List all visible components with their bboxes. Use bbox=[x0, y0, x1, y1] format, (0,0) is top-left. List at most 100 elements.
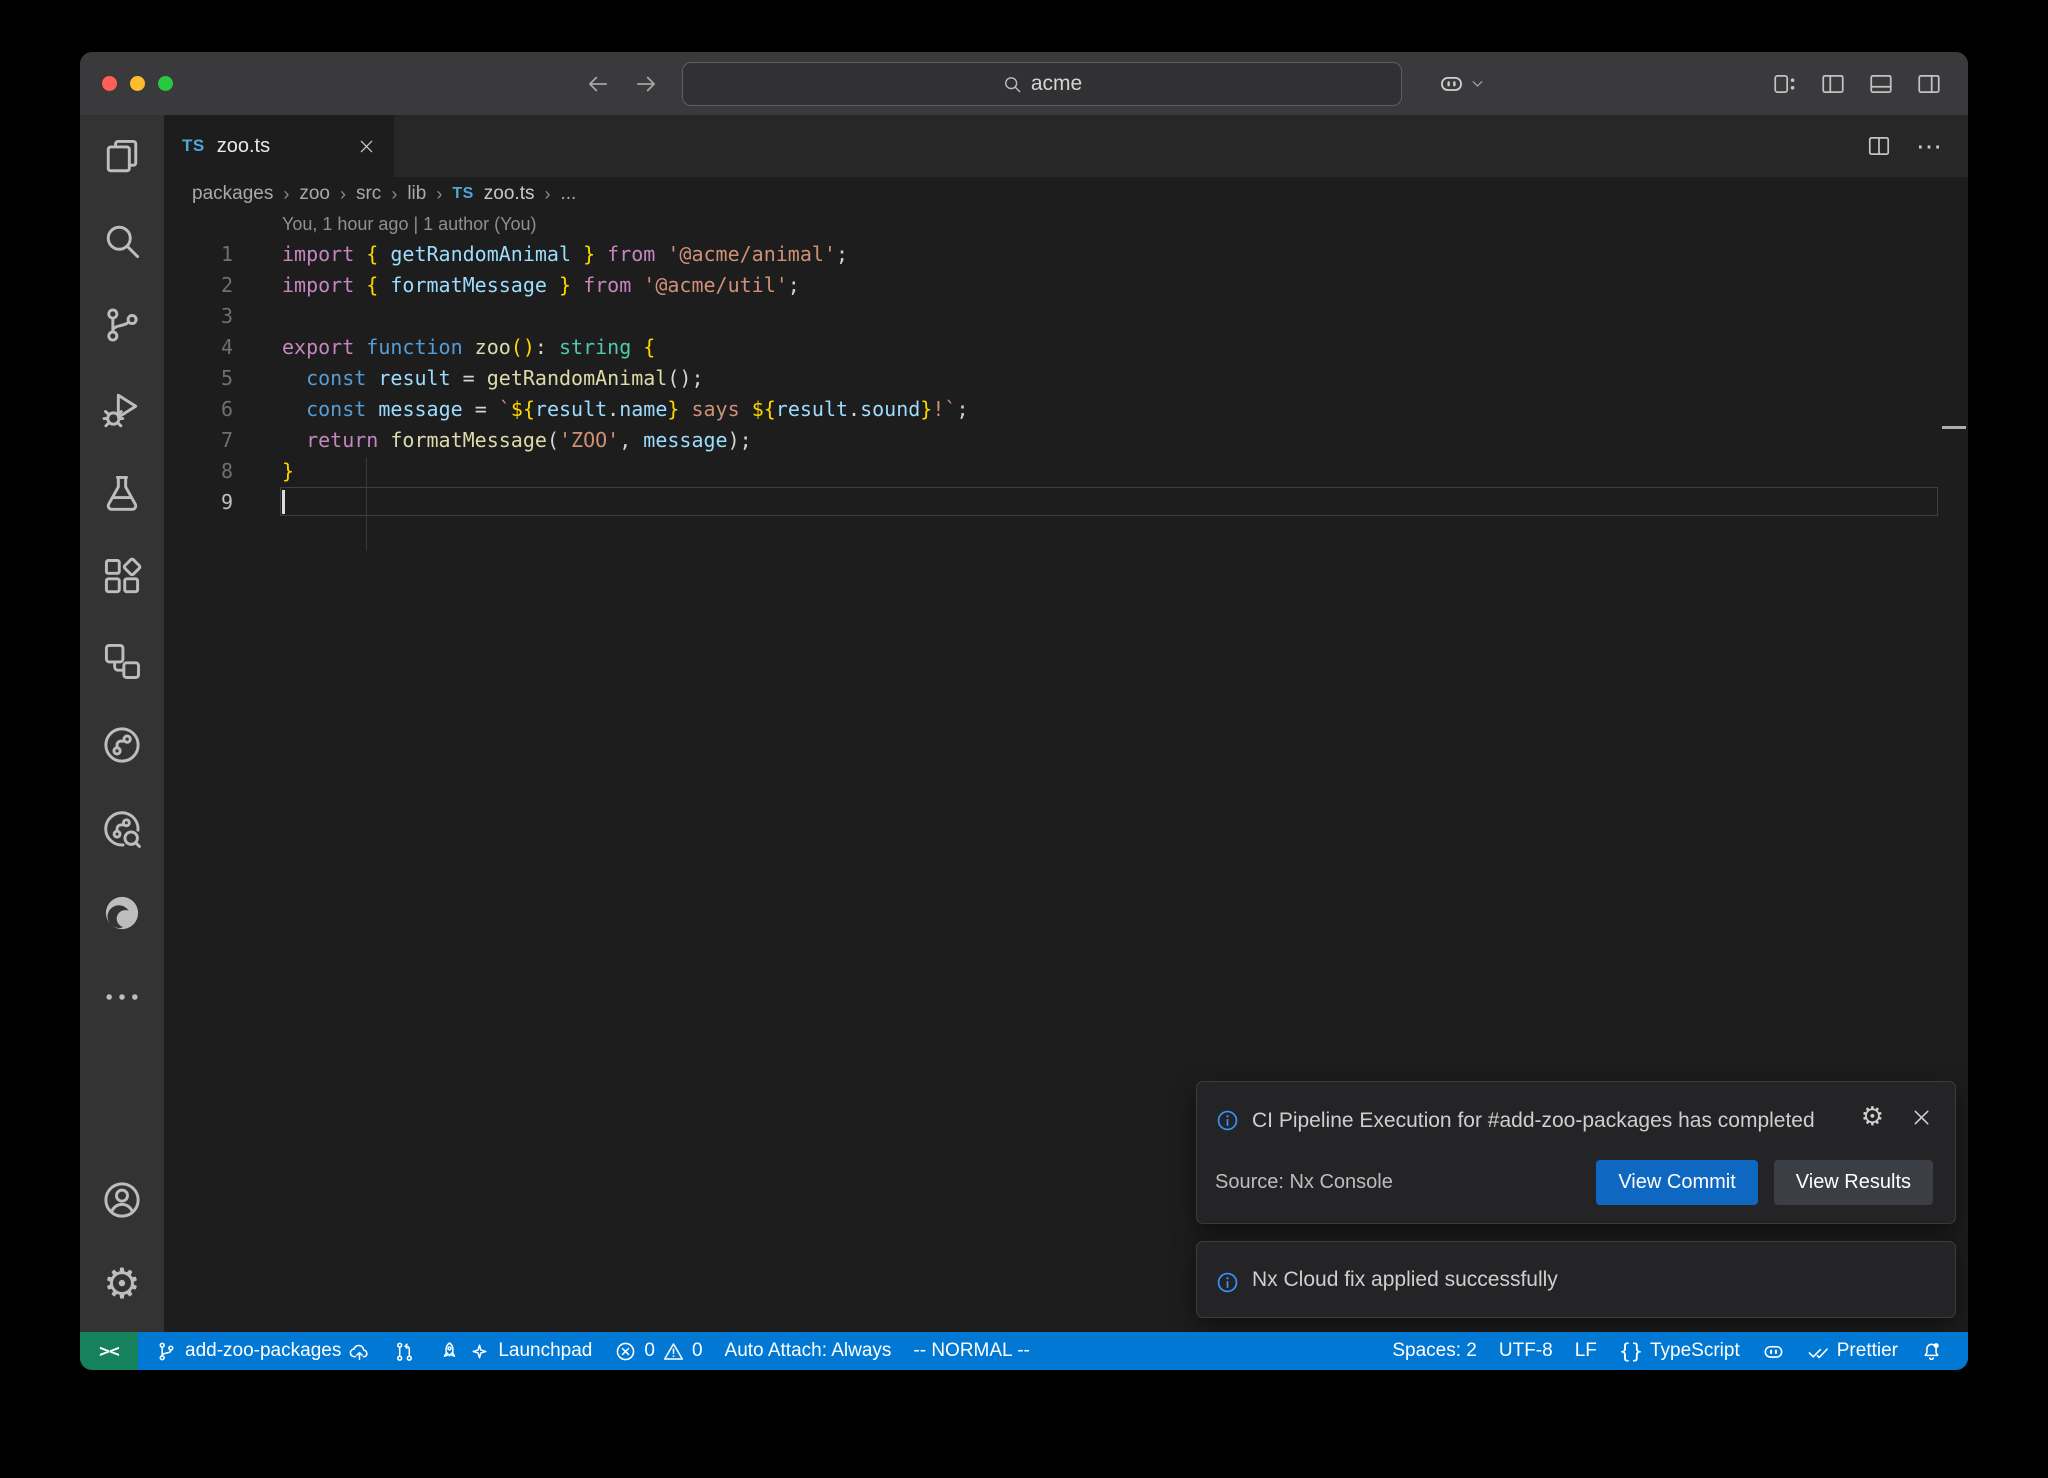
code-line[interactable]: 5 const result = getRandomAnimal(); bbox=[164, 362, 1968, 393]
close-window-button[interactable] bbox=[102, 76, 117, 91]
status-indentation[interactable]: Spaces: 2 bbox=[1381, 1332, 1488, 1370]
code-line[interactable]: 7 return formatMessage('ZOO', message); bbox=[164, 424, 1968, 455]
code-token bbox=[571, 242, 583, 266]
status-encoding[interactable]: UTF-8 bbox=[1488, 1332, 1564, 1370]
warning-triangle-icon bbox=[662, 1340, 685, 1363]
activity-bar-bottom: ⚙ bbox=[80, 1158, 164, 1326]
breadcrumb-item[interactable]: lib bbox=[407, 183, 426, 205]
activity-extensions[interactable] bbox=[80, 535, 164, 619]
code-token bbox=[354, 273, 366, 297]
code-token: result bbox=[378, 366, 450, 390]
code-line[interactable]: 6 const message = `${result.name} says $… bbox=[164, 393, 1968, 424]
code-token bbox=[463, 335, 475, 359]
status-copilot[interactable] bbox=[1751, 1332, 1796, 1370]
code-line[interactable]: 3 bbox=[164, 300, 1968, 331]
close-tab-icon[interactable] bbox=[357, 137, 376, 156]
zoom-window-button[interactable] bbox=[158, 76, 173, 91]
activity-gitlens[interactable] bbox=[80, 787, 164, 871]
status-problems[interactable]: 00 bbox=[603, 1332, 713, 1370]
activity-edge-browser[interactable] bbox=[80, 871, 164, 955]
activity-source-control[interactable] bbox=[80, 283, 164, 367]
toggle-secondary-sidebar-icon[interactable] bbox=[1916, 71, 1942, 97]
tab-label: zoo.ts bbox=[217, 135, 270, 158]
activity-search[interactable] bbox=[80, 199, 164, 283]
status-label: -- NORMAL -- bbox=[913, 1340, 1029, 1362]
notification-source: Source: Nx Console bbox=[1215, 1171, 1393, 1194]
status-git-branch[interactable]: add-zoo-packages bbox=[144, 1332, 382, 1370]
code-line[interactable]: 4export function zoo(): string { bbox=[164, 331, 1968, 362]
activity-run-debug[interactable] bbox=[80, 367, 164, 451]
more-actions-icon[interactable]: ⋯ bbox=[1916, 131, 1944, 162]
tab-zoo-ts[interactable]: TS zoo.ts bbox=[164, 115, 394, 177]
activity-nx-cloud[interactable] bbox=[80, 703, 164, 787]
status-bar: >< add-zoo-packages Launchpad00Auto Attac… bbox=[80, 1332, 1968, 1370]
command-center-search[interactable]: acme bbox=[682, 62, 1402, 106]
current-line-highlight bbox=[280, 487, 1938, 516]
code-token: message bbox=[378, 397, 462, 421]
code-text: import { getRandomAnimal } from '@acme/a… bbox=[282, 242, 848, 266]
activity-testing[interactable] bbox=[80, 451, 164, 535]
code-line[interactable]: 1import { getRandomAnimal } from '@acme/… bbox=[164, 238, 1968, 269]
breadcrumb-item[interactable]: zoo bbox=[299, 183, 330, 205]
code-token: , bbox=[619, 428, 643, 452]
minimize-window-button[interactable] bbox=[130, 76, 145, 91]
braces-icon: {} bbox=[1619, 1339, 1643, 1363]
activity-more[interactable] bbox=[80, 955, 164, 1039]
activity-nx-console[interactable] bbox=[80, 619, 164, 703]
code-token: return bbox=[306, 428, 378, 452]
forward-icon[interactable] bbox=[633, 71, 659, 97]
activity-settings[interactable]: ⚙ bbox=[80, 1242, 164, 1326]
status-formatter[interactable]: Prettier bbox=[1796, 1332, 1909, 1370]
copilot-icon bbox=[1762, 1340, 1785, 1363]
code-token: formatMessage bbox=[390, 428, 547, 452]
code-token: from bbox=[583, 273, 631, 297]
activity-explorer[interactable] bbox=[80, 115, 164, 199]
customize-layout-icon[interactable] bbox=[1772, 71, 1798, 97]
toggle-panel-icon[interactable] bbox=[1868, 71, 1894, 97]
code-token: from bbox=[607, 242, 655, 266]
status-eol[interactable]: LF bbox=[1564, 1332, 1608, 1370]
activity-account[interactable] bbox=[80, 1158, 164, 1242]
breadcrumb-item[interactable]: src bbox=[356, 183, 381, 205]
code-line[interactable]: 2import { formatMessage } from '@acme/ut… bbox=[164, 269, 1968, 300]
code-line[interactable]: 8} bbox=[164, 455, 1968, 486]
notification-toast-nx-cloud: Nx Cloud fix applied successfully bbox=[1196, 1241, 1956, 1318]
toggle-sidebar-icon[interactable] bbox=[1820, 71, 1846, 97]
status-vim-mode[interactable]: -- NORMAL -- bbox=[902, 1332, 1040, 1370]
history-navigation bbox=[585, 52, 659, 115]
copilot-menu[interactable] bbox=[1438, 52, 1486, 115]
split-editor-icon[interactable] bbox=[1866, 133, 1892, 159]
breadcrumb-file[interactable]: zoo.ts bbox=[484, 183, 535, 205]
line-number: 4 bbox=[164, 335, 282, 359]
code-token bbox=[354, 335, 366, 359]
account-icon bbox=[100, 1178, 144, 1222]
status-launchpad[interactable]: Launchpad bbox=[427, 1332, 603, 1370]
view-results-button[interactable]: View Results bbox=[1774, 1160, 1933, 1205]
tab-bar: TS zoo.ts ⋯ bbox=[164, 115, 1968, 177]
git-compare-icon bbox=[393, 1340, 416, 1363]
status-bar-items: add-zoo-packages Launchpad00Auto Attach: … bbox=[138, 1332, 1968, 1370]
code-token: string bbox=[559, 335, 631, 359]
code-token bbox=[378, 242, 390, 266]
remote-indicator[interactable]: >< bbox=[80, 1332, 138, 1370]
notification-toast-ci-pipeline: CI Pipeline Execution for #add-zoo-packa… bbox=[1196, 1081, 1956, 1224]
code-token: result bbox=[776, 397, 848, 421]
notification-settings-icon[interactable]: ⚙ bbox=[1861, 1102, 1884, 1132]
status-git-compare[interactable] bbox=[382, 1332, 427, 1370]
status-label: Prettier bbox=[1837, 1340, 1898, 1362]
status-notifications-bell[interactable] bbox=[1909, 1332, 1954, 1370]
status-language[interactable]: {}TypeScript bbox=[1608, 1332, 1751, 1370]
breadcrumb-overflow[interactable]: ... bbox=[560, 183, 576, 205]
chevron-down-icon bbox=[1469, 75, 1486, 92]
status-auto-attach[interactable]: Auto Attach: Always bbox=[714, 1332, 903, 1370]
back-icon[interactable] bbox=[585, 71, 611, 97]
layout-controls bbox=[1772, 52, 1942, 115]
status-label: add-zoo-packages bbox=[185, 1340, 341, 1362]
code-token: . bbox=[607, 397, 619, 421]
breadcrumb-item[interactable]: packages bbox=[192, 183, 273, 205]
notification-close-icon[interactable] bbox=[1910, 1106, 1933, 1129]
code-line[interactable]: 9 bbox=[164, 486, 1968, 517]
breadcrumb-separator: › bbox=[283, 184, 289, 205]
view-commit-button[interactable]: View Commit bbox=[1596, 1160, 1757, 1205]
error-circle-icon bbox=[614, 1340, 637, 1363]
